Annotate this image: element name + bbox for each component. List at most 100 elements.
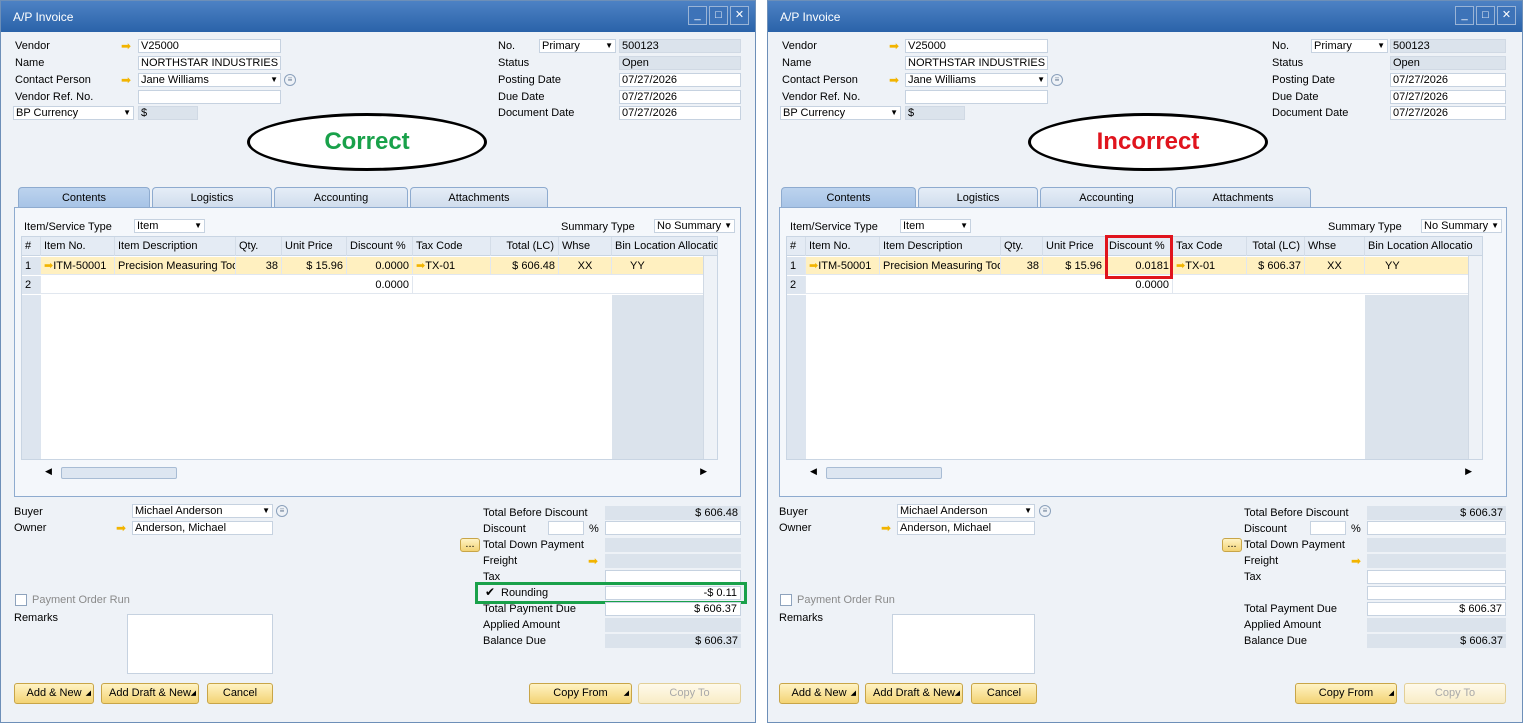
cell-total[interactable]: $ 606.48	[491, 257, 559, 275]
payment-order-checkbox[interactable]	[780, 594, 792, 606]
due-date-field[interactable]: 07/27/2026	[1390, 90, 1506, 104]
vendor-field[interactable]: V25000	[905, 39, 1048, 53]
copy-from-button[interactable]: Copy From ◢	[529, 683, 632, 704]
discount-amount-field[interactable]	[605, 521, 741, 535]
add-draft-new-button[interactable]: Add Draft & New ◢	[865, 683, 963, 704]
add-draft-new-button[interactable]: Add Draft & New ◢	[101, 683, 199, 704]
down-payment-ellipsis-button[interactable]: ...	[460, 538, 480, 552]
series-dropdown[interactable]: Primary	[539, 39, 616, 53]
horizontal-scrollbar[interactable]: ◀ ▶	[804, 465, 1484, 480]
cell-unit-price[interactable]: $ 15.96	[282, 257, 347, 275]
maximize-icon[interactable]: □	[709, 6, 728, 25]
maximize-icon[interactable]: □	[1476, 6, 1495, 25]
col-header[interactable]: #	[22, 237, 41, 256]
discount-percent-field[interactable]	[1310, 521, 1346, 535]
posting-date-field[interactable]: 07/27/2026	[619, 73, 741, 87]
col-header[interactable]: Whse	[1305, 237, 1365, 256]
link-arrow-icon[interactable]: ➡	[889, 74, 899, 86]
col-header[interactable]: Bin Location Allocatio	[612, 237, 717, 256]
owner-field[interactable]: Anderson, Michael	[897, 521, 1035, 535]
col-header[interactable]: Total (LC)	[1247, 237, 1305, 256]
cell-item-no[interactable]: ➡ITM-50001	[41, 257, 115, 275]
col-header[interactable]: Discount %	[347, 237, 413, 256]
contact-person-dropdown[interactable]: Jane Williams	[138, 73, 281, 87]
tab-logistics[interactable]: Logistics	[918, 187, 1038, 208]
copy-from-button[interactable]: Copy From ◢	[1295, 683, 1397, 704]
buyer-dropdown[interactable]: Michael Anderson	[132, 504, 273, 518]
cell-tax-code[interactable]: ➡TX-01	[413, 257, 491, 275]
cell-total[interactable]: $ 606.37	[1247, 257, 1305, 275]
payment-order-checkbox[interactable]	[15, 594, 27, 606]
discount-amount-field[interactable]	[1367, 521, 1506, 535]
minimize-icon[interactable]: _	[688, 6, 707, 25]
cell-discount[interactable]: 0.0000	[347, 257, 413, 275]
info-icon[interactable]: ≡	[276, 505, 288, 517]
col-header[interactable]: Item No.	[806, 237, 880, 256]
add-new-button[interactable]: Add & New ◢	[14, 683, 94, 704]
col-header[interactable]: Whse	[559, 237, 612, 256]
vendor-ref-field[interactable]	[138, 90, 281, 104]
document-date-field[interactable]: 07/27/2026	[1390, 106, 1506, 120]
col-header[interactable]: Qty.	[236, 237, 282, 256]
remarks-field[interactable]	[127, 614, 273, 674]
link-arrow-icon[interactable]: ➡	[116, 522, 126, 534]
add-new-button[interactable]: Add & New ◢	[779, 683, 859, 704]
bp-currency-dropdown[interactable]: BP Currency	[780, 106, 901, 120]
cancel-button[interactable]: Cancel	[971, 683, 1037, 704]
info-icon[interactable]: ≡	[1051, 74, 1063, 86]
info-icon[interactable]: ≡	[284, 74, 296, 86]
horizontal-scrollbar[interactable]: ◀ ▶	[39, 465, 719, 480]
col-header[interactable]: Unit Price	[282, 237, 347, 256]
posting-date-field[interactable]: 07/27/2026	[1390, 73, 1506, 87]
vendor-field[interactable]: V25000	[138, 39, 281, 53]
link-arrow-icon[interactable]: ➡	[881, 522, 891, 534]
cell-qty[interactable]: 38	[236, 257, 282, 275]
tab-accounting[interactable]: Accounting	[1040, 187, 1173, 208]
copy-to-button[interactable]: Copy To	[1404, 683, 1506, 704]
close-icon[interactable]: ✕	[730, 6, 749, 25]
vertical-scrollbar[interactable]	[1468, 256, 1482, 459]
col-header[interactable]: #	[787, 237, 806, 256]
cell-bin[interactable]: YY	[612, 257, 705, 275]
table-row[interactable]: 1 ➡ITM-50001 Precision Measuring Tool 38…	[22, 257, 717, 275]
link-arrow-icon[interactable]: ➡	[889, 40, 899, 52]
col-header[interactable]: Tax Code	[413, 237, 491, 256]
vertical-scrollbar[interactable]	[703, 256, 717, 459]
document-date-field[interactable]: 07/27/2026	[619, 106, 741, 120]
tab-contents[interactable]: Contents	[18, 187, 150, 208]
col-header[interactable]: Unit Price	[1043, 237, 1106, 256]
cell-item-no[interactable]: ➡ITM-50001	[806, 257, 880, 275]
table-row[interactable]: 2 0.0000	[22, 276, 717, 294]
owner-field[interactable]: Anderson, Michael	[132, 521, 273, 535]
cell-discount[interactable]: 0.0000	[347, 276, 413, 294]
item-type-dropdown[interactable]: Item	[900, 219, 971, 233]
cell-tax-code[interactable]: ➡TX-01	[1173, 257, 1247, 275]
contact-person-dropdown[interactable]: Jane Williams	[905, 73, 1048, 87]
cell-bin[interactable]: YY	[1365, 257, 1470, 275]
tab-contents[interactable]: Contents	[781, 187, 916, 208]
summary-type-dropdown[interactable]: No Summary	[654, 219, 735, 233]
cancel-button[interactable]: Cancel	[207, 683, 273, 704]
cell-unit-price[interactable]: $ 15.96	[1043, 257, 1106, 275]
discount-percent-field[interactable]	[548, 521, 584, 535]
vendor-ref-field[interactable]	[905, 90, 1048, 104]
bp-currency-dropdown[interactable]: BP Currency	[13, 106, 134, 120]
tab-attachments[interactable]: Attachments	[1175, 187, 1311, 208]
due-date-field[interactable]: 07/27/2026	[619, 90, 741, 104]
summary-type-dropdown[interactable]: No Summary	[1421, 219, 1502, 233]
cell-description[interactable]: Precision Measuring Tool	[115, 257, 236, 275]
series-dropdown[interactable]: Primary	[1311, 39, 1388, 53]
cell-whse[interactable]: XX	[1305, 257, 1365, 275]
tab-attachments[interactable]: Attachments	[410, 187, 548, 208]
link-arrow-icon[interactable]: ➡	[588, 555, 598, 567]
tab-accounting[interactable]: Accounting	[274, 187, 408, 208]
down-payment-ellipsis-button[interactable]: ...	[1222, 538, 1242, 552]
name-field[interactable]: NORTHSTAR INDUSTRIES LLC	[905, 56, 1048, 70]
col-header[interactable]: Item Description	[115, 237, 236, 256]
tab-logistics[interactable]: Logistics	[152, 187, 272, 208]
col-header[interactable]: Qty.	[1001, 237, 1043, 256]
link-arrow-icon[interactable]: ➡	[1351, 555, 1361, 567]
link-arrow-icon[interactable]: ➡	[121, 40, 131, 52]
copy-to-button[interactable]: Copy To	[638, 683, 741, 704]
buyer-dropdown[interactable]: Michael Anderson	[897, 504, 1035, 518]
